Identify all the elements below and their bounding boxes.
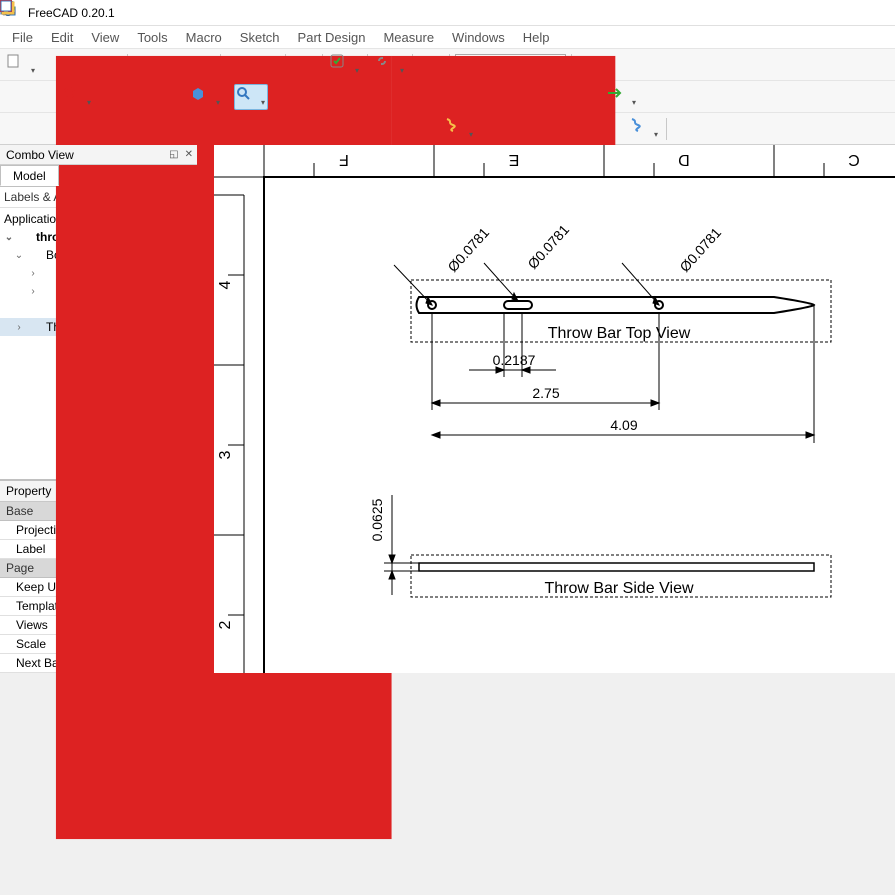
ruler-col-c: C [848,151,860,168]
diameter-dimensions [394,263,659,305]
dim-dia1: Ø0.0781 [444,224,492,275]
dim-dia2: Ø0.0781 [524,221,572,272]
tab-model[interactable]: Model [0,165,59,186]
dim-thick-label: 0.0625 [369,498,385,541]
ruler-row-4: 4 [217,280,234,289]
ruler-col-e: E [509,151,520,168]
title-bar: FreeCAD 0.20.1 [0,0,895,26]
link-button[interactable] [373,52,407,78]
helix-button[interactable] [442,116,476,142]
techdraw-page: F E D C 4 3 2 Ø0.0 [214,145,895,673]
combo-view-title: Combo View ◱ ✕ [0,145,197,165]
dim-dia3: Ø0.0781 [676,224,724,275]
new-file-button[interactable] [4,52,38,78]
link-nav-button[interactable] [189,84,223,110]
dim-small-label: 0.2187 [493,352,536,368]
draw-style-button[interactable] [60,84,94,110]
top-view-label: Throw Bar Top View [548,325,691,342]
subtractive-helix-button[interactable] [627,116,661,142]
dim-mid-label: 2.75 [532,385,559,401]
ruler-col-d: D [678,151,690,168]
ruler-row-2: 2 [217,620,234,629]
dim-thickness [384,495,419,595]
link-actions-button[interactable] [605,84,639,110]
close-panel-icon[interactable]: ✕ [185,149,193,160]
side-view-label: Throw Bar Side View [544,580,694,597]
macro-check-button[interactable] [328,52,362,78]
ruler-col-f: F [339,151,349,168]
dim-long-label: 4.09 [610,417,637,433]
side-view-geometry [419,563,814,571]
isometric-button[interactable] [234,84,268,110]
drawing-canvas[interactable]: F E D C 4 3 2 Ø0.0 [214,145,895,673]
ruler-row-3: 3 [217,450,234,459]
top-view-geometry [417,297,815,313]
undock-icon[interactable]: ◱ [169,149,178,160]
